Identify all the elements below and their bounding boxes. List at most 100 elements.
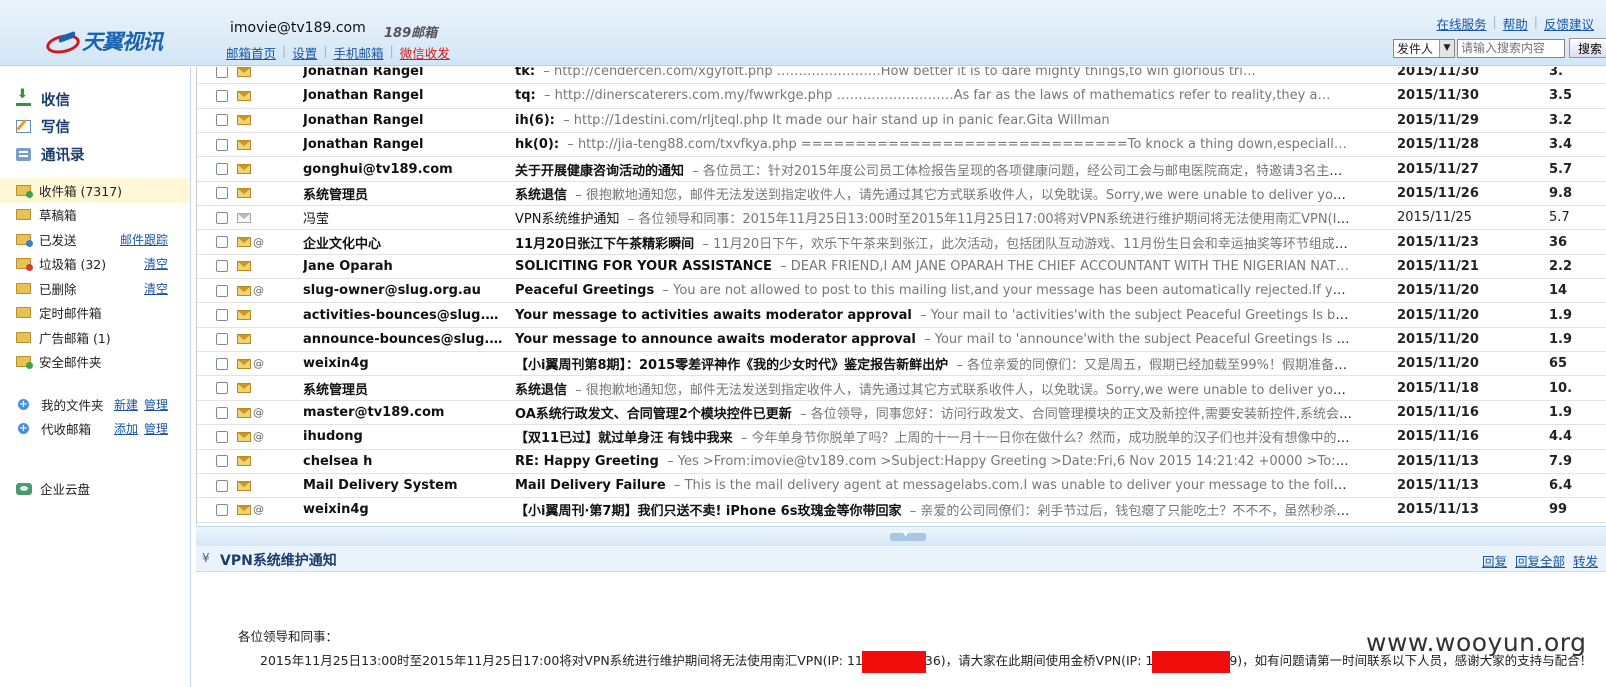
row-checkbox[interactable]	[216, 114, 228, 127]
row-checkbox[interactable]	[216, 382, 228, 395]
contacts-button[interactable]: 通讯录	[16, 144, 85, 165]
row-checkbox[interactable]	[216, 333, 228, 346]
mail-row[interactable]: Jonathan Rangel tk: – http://cendercen.co…	[197, 67, 1606, 85]
my-folders[interactable]: + 我的文件夹 新建 管理	[0, 392, 190, 417]
folder-inbox[interactable]: 收件箱 (7317)	[0, 178, 190, 203]
folder-deleted[interactable]: 已删除 清空	[0, 276, 190, 301]
row-checkbox[interactable]	[216, 260, 228, 273]
mail-row[interactable]: Jonathan Rangel hk(0): – http://jia-teng8…	[197, 133, 1606, 158]
nav-mail-home[interactable]: 邮箱首页	[226, 43, 276, 62]
mail-row[interactable]: Mail Delivery System Mail Delivery Failur…	[197, 474, 1606, 499]
mail-row[interactable]: Jane Oparah SOLICITING FOR YOUR ASSISTANC…	[197, 255, 1606, 280]
mail-row[interactable]: 冯莹 VPN系统维护通知 – 各位领导和同事：2015年11月25日13:00时至…	[197, 206, 1606, 231]
read-mail-icon	[237, 212, 251, 223]
mail-tracking-link[interactable]: 邮件跟踪	[120, 231, 168, 248]
attachment-icon: @	[253, 357, 264, 371]
row-checkbox[interactable]	[216, 67, 228, 78]
mail-row[interactable]: 系统管理员 系统退信 – 很抱歉地通知您，邮件无法发送到指定收件人，请先通过其它方…	[197, 377, 1606, 401]
receive-mail-button[interactable]: 收信	[16, 87, 70, 110]
mail-sender: slug-owner@slug.org.au	[303, 283, 481, 299]
row-checkbox[interactable]	[216, 503, 228, 516]
enterprise-cloud-disk[interactable]: 企业云盘	[16, 479, 90, 498]
mail-row[interactable]: chelsea h RE: Happy Greeting – Yes >From:…	[197, 450, 1606, 474]
row-checkbox[interactable]	[216, 357, 228, 370]
mail-sender: announce-bounces@slug.or…	[303, 331, 503, 347]
unread-mail-icon	[237, 431, 251, 442]
folder-drafts[interactable]: 草稿箱	[0, 203, 190, 228]
row-checkbox[interactable]	[216, 406, 228, 419]
compose-button[interactable]: 写信	[16, 116, 70, 137]
mail-size: 1.9	[1549, 405, 1573, 421]
row-checkbox[interactable]	[216, 284, 228, 297]
search-input[interactable]	[1457, 38, 1565, 58]
folder-sent[interactable]: 已发送 邮件跟踪	[0, 227, 190, 252]
forward-link[interactable]: 转发	[1573, 551, 1598, 570]
mail-row[interactable]: activities-bounces@slug.or… Your message …	[197, 304, 1606, 328]
mail-row[interactable]: gonghui@tv189.com 关于开展健康咨询活动的通知 – 各位员工：针对…	[197, 157, 1606, 182]
folder-icon	[16, 356, 33, 370]
nav-settings[interactable]: 设置	[292, 43, 317, 62]
external-mailboxes[interactable]: + 代收邮箱 添加 管理	[0, 417, 190, 442]
mail-row[interactable]: @ 企业文化中心 11月20日张江下午茶精彩瞬间 – 11月20日下午，欢乐下午茶来…	[197, 230, 1606, 255]
mail-row[interactable]: 系统管理员 系统退信 – 很抱歉地通知您，邮件无法发送到指定收件人，请先通过其它方…	[197, 182, 1606, 207]
add-mailbox-link[interactable]: 添加	[114, 420, 138, 437]
mail-row[interactable]: announce-bounces@slug.or… Your message to…	[197, 328, 1606, 353]
mail-subject: 【双11已过】就过单身汪 有钱中我来 – 今年单身节你脱单了吗？上周的十一月十一…	[515, 427, 1353, 446]
unread-mail-icon	[237, 90, 251, 101]
manage-mailbox-link[interactable]: 管理	[144, 420, 168, 437]
row-checkbox[interactable]	[216, 430, 228, 443]
online-service-link[interactable]: 在线服务	[1437, 14, 1487, 33]
mail-row[interactable]: @ weixin4g 【小i翼周刊·第7期】我们只送不卖! iPhone 6s玫瑰金…	[197, 498, 1606, 523]
row-checkbox[interactable]	[216, 236, 228, 249]
help-link[interactable]: 帮助	[1503, 14, 1528, 33]
reply-link[interactable]: 回复	[1482, 551, 1507, 570]
collapse-chevron-icon[interactable]: ¥	[202, 551, 210, 565]
nav-wechat-mail[interactable]: 微信收发	[400, 43, 450, 62]
mail-sender: Jane Oparah	[303, 258, 393, 274]
row-checkbox[interactable]	[216, 138, 228, 151]
pane-splitter[interactable]	[196, 526, 1606, 546]
mail-sender: weixin4g	[303, 502, 369, 518]
mail-preview: 今年单身节你脱单了吗？上周的十一月十一日你在做什么？然而，成功脱单的汉子们也并没…	[751, 431, 1353, 447]
search-button[interactable]: 搜索	[1569, 38, 1606, 58]
redaction-block	[1152, 650, 1231, 673]
mail-subject: Your message to announce awaits moderato…	[515, 332, 1353, 347]
empty-spam-link[interactable]: 清空	[144, 255, 168, 272]
row-checkbox[interactable]	[216, 187, 228, 200]
folder-secure[interactable]: 安全邮件夹	[0, 350, 190, 375]
logo[interactable]: 天翼视讯	[46, 26, 163, 56]
row-checkbox[interactable]	[216, 309, 228, 322]
folder-scheduled[interactable]: 定时邮件箱	[0, 301, 190, 326]
reply-all-link[interactable]: 回复全部	[1515, 551, 1565, 570]
row-checkbox[interactable]	[216, 479, 228, 492]
mail-date: 2015/11/30	[1397, 67, 1479, 80]
folder-ads[interactable]: 广告邮箱 (1)	[0, 325, 190, 350]
new-folder-link[interactable]: 新建	[114, 396, 138, 413]
mail-row[interactable]: @ master@tv189.com OA系统行政发文、合同管理2个模块控件已更新 …	[197, 401, 1606, 426]
mail-subject: RE: Happy Greeting – Yes >From:imovie@tv…	[515, 454, 1353, 469]
mail-sender: Mail Delivery System	[303, 478, 458, 494]
nav-mobile-mail[interactable]: 手机邮箱	[333, 43, 383, 62]
unread-mail-icon	[237, 480, 251, 491]
mail-subject: Peaceful Greetings – You are not allowed…	[515, 283, 1353, 299]
manage-folders-link[interactable]: 管理	[144, 396, 168, 413]
unread-mail-icon	[237, 285, 251, 296]
mail-sender: 系统管理员	[303, 382, 369, 398]
mail-date: 2015/11/21	[1397, 258, 1479, 274]
mail-row[interactable]: @ ihudong 【双11已过】就过单身汪 有钱中我来 – 今年单身节你脱单了吗？…	[197, 425, 1606, 450]
search-field-select[interactable]: 发件人 ▼	[1393, 38, 1455, 58]
feedback-link[interactable]: 反馈建议	[1544, 14, 1594, 33]
mail-subject: VPN系统维护通知 – 各位领导和同事：2015年11月25日13:00时至20…	[515, 208, 1353, 227]
mail-row[interactable]: Jonathan Rangel ih(6): – http://1destini.…	[197, 109, 1606, 133]
mail-row[interactable]: @ weixin4g 【小i翼周刊第8期】：2015零差评神作《我的少女时代》鉴定报…	[197, 352, 1606, 377]
collapse-handle-icon[interactable]	[890, 530, 926, 541]
row-checkbox[interactable]	[216, 163, 228, 176]
row-checkbox[interactable]	[216, 89, 228, 102]
empty-trash-link[interactable]: 清空	[144, 280, 168, 297]
watermark: www.wooyun.org	[1366, 628, 1587, 657]
row-checkbox[interactable]	[216, 211, 228, 224]
mail-row[interactable]: Jonathan Rangel tq: – http://dinerscatere…	[197, 84, 1606, 109]
folder-spam[interactable]: 垃圾箱 (32) 清空	[0, 252, 190, 277]
row-checkbox[interactable]	[216, 455, 228, 468]
mail-row[interactable]: @ slug-owner@slug.org.au Peaceful Greeting…	[197, 279, 1606, 304]
